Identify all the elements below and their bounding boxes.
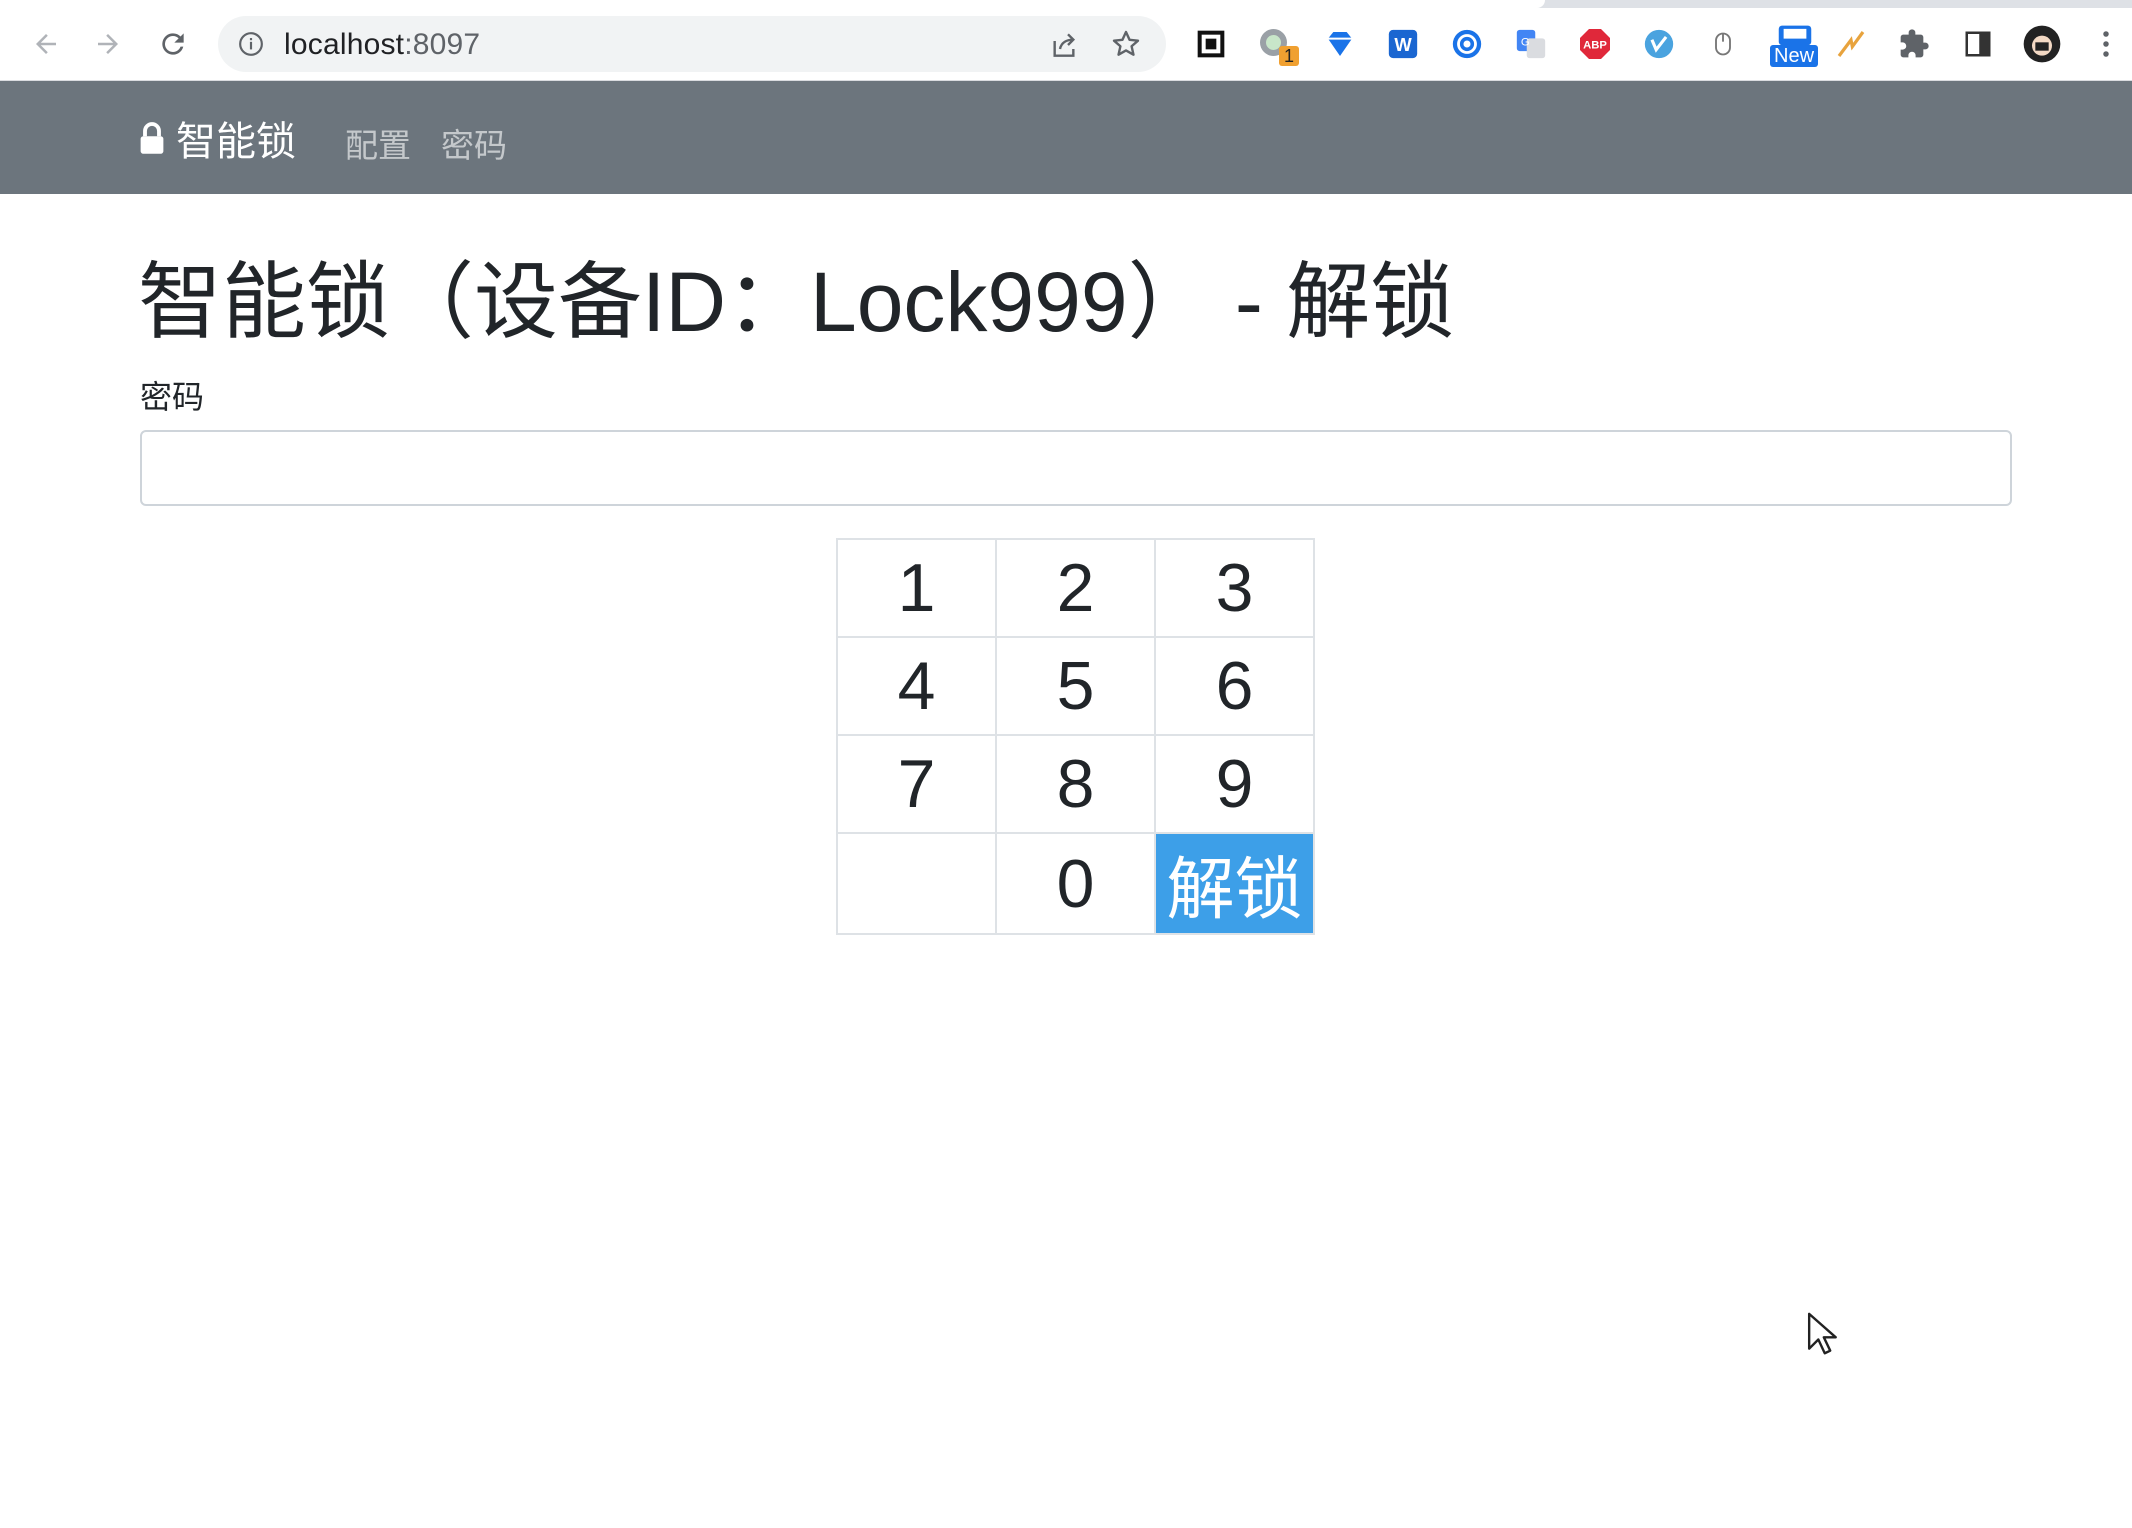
forward-button[interactable] [86,22,130,66]
back-arrow-icon [36,34,56,54]
extension-badge-count: 1 [1279,46,1300,66]
reload-icon [162,33,184,55]
key-empty [836,832,997,935]
url-text[interactable]: localhost:8097 [284,28,480,62]
chrome-extension-badge-icon[interactable]: 1 [1255,24,1300,66]
navbar: 智能锁 配置 密码 [0,81,2132,194]
reload-button[interactable] [151,22,195,66]
bookmark-star-icon[interactable] [1110,28,1142,60]
key-9[interactable]: 9 [1154,734,1315,834]
keypad-row: 4 5 6 [836,636,1315,736]
site-info-icon[interactable] [238,31,264,57]
forward-arrow-icon [98,34,118,54]
url-port: :8097 [404,28,481,61]
key-7[interactable]: 7 [836,734,997,834]
qr-code-icon[interactable] [1191,24,1231,64]
back-button[interactable] [24,22,68,66]
nav-link-password[interactable]: 密码 [441,119,507,167]
profile-avatar[interactable] [2022,24,2062,64]
address-bar[interactable]: localhost:8097 [218,16,1166,72]
svg-text:G: G [1521,36,1530,48]
vimeo-icon[interactable] [1639,24,1679,64]
keypad-row: 7 8 9 [836,734,1315,834]
brand-label: 智能锁 [176,120,296,164]
key-4[interactable]: 4 [836,636,997,736]
url-host: localhost [284,28,405,61]
active-tab[interactable] [0,0,1545,8]
unlock-button[interactable]: 解锁 [1154,832,1315,935]
key-6[interactable]: 6 [1154,636,1315,736]
grammarly-icon[interactable] [1447,24,1487,64]
password-input[interactable] [140,430,2012,506]
lightning-icon[interactable] [1831,24,1871,64]
browser-menu-icon[interactable] [2086,24,2126,64]
vpn-diamond-icon[interactable] [1320,24,1360,64]
page-title: 智能锁（设备ID：Lock999） - 解锁 [138,255,1455,349]
svg-text:ABP: ABP [1583,40,1607,52]
side-panel-icon[interactable] [1958,24,1998,64]
browser-toolbar: localhost:8097 1 W G ABP New [0,0,2132,81]
svg-text:W: W [1394,34,1412,55]
key-5[interactable]: 5 [995,636,1156,736]
new-badge: New [1770,45,1819,67]
navbar-brand[interactable]: 智能锁 [138,115,296,164]
nav-link-config[interactable]: 配置 [345,119,411,167]
mouse-icon[interactable] [1703,24,1743,64]
keypad-row: 0 解锁 [836,832,1315,935]
adblock-plus-icon[interactable]: ABP [1575,24,1615,64]
new-extension-icon[interactable]: New [1768,24,1822,67]
puzzle-icon[interactable] [1894,24,1934,64]
mouse-pointer-icon [1807,1312,1837,1355]
password-label: 密码 [140,379,205,415]
lock-icon [140,122,164,154]
key-1[interactable]: 1 [836,538,997,638]
keypad: 1 2 3 4 5 6 7 8 9 0 解锁 [836,538,1315,935]
key-8[interactable]: 8 [995,734,1156,834]
key-0[interactable]: 0 [995,832,1156,935]
google-translate-icon[interactable]: G [1511,24,1551,64]
share-icon[interactable] [1048,29,1080,61]
keypad-row: 1 2 3 [836,538,1315,638]
key-2[interactable]: 2 [995,538,1156,638]
word-icon[interactable]: W [1383,24,1423,64]
tab-strip [0,0,2132,8]
key-3[interactable]: 3 [1154,538,1315,638]
